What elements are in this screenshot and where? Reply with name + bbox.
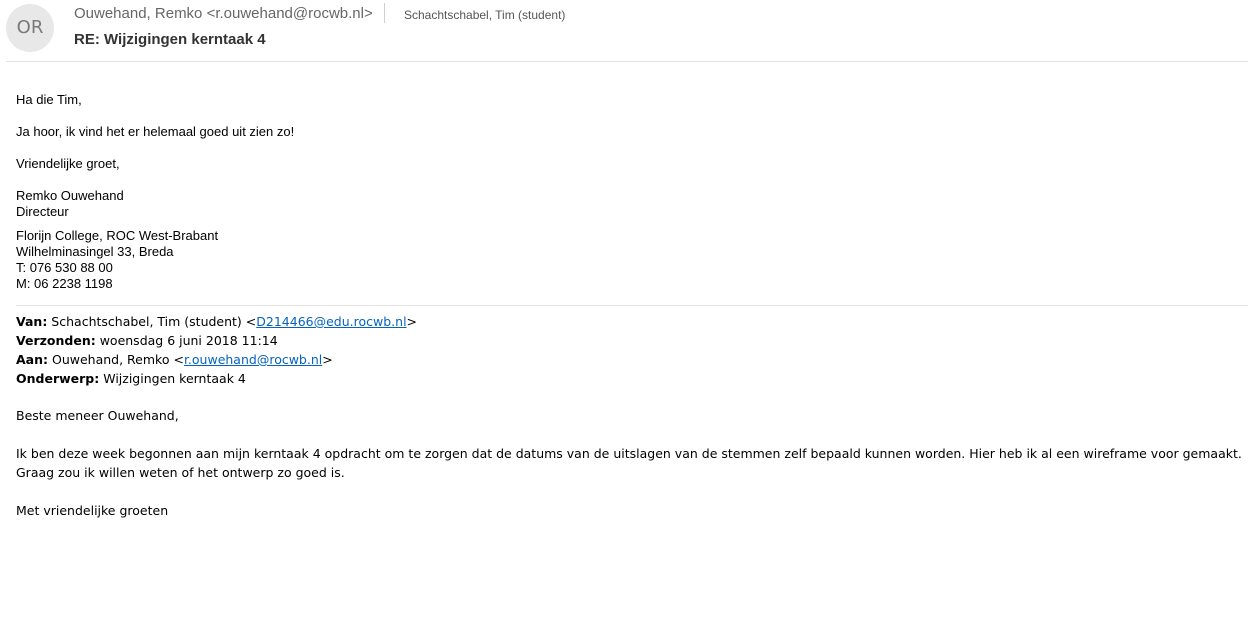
original-to-row: Aan: Ouwehand, Remko <r.ouwehand@rocwb.n…	[16, 350, 417, 369]
message-subject: RE: Wijzigingen kerntaak 4	[74, 31, 266, 48]
original-greeting: Beste meneer Ouwehand,	[16, 408, 179, 423]
original-closing: Met vriendelijke groeten	[16, 503, 169, 518]
to-email-link[interactable]: r.ouwehand@rocwb.nl	[184, 352, 322, 367]
reply-text: Ja hoor, ik vind het er helemaal goed ui…	[16, 124, 295, 139]
message-header: OR Ouwehand, Remko <r.ouwehand@rocwb.nl>…	[0, 0, 1248, 62]
header-divider	[384, 3, 385, 23]
from-email-link[interactable]: D214466@edu.rocwb.nl	[256, 314, 406, 329]
signature-title: Directeur	[16, 204, 69, 219]
sent-value: woensdag 6 juni 2018 11:14	[95, 333, 278, 348]
original-message-body: Beste meneer Ouwehand, Ik ben deze week …	[16, 406, 1242, 520]
from-label: Van:	[16, 314, 48, 329]
quote-separator	[16, 305, 1248, 306]
sender-avatar[interactable]: OR	[6, 4, 54, 52]
original-from-row: Van: Schachtschabel, Tim (student) <D214…	[16, 312, 417, 331]
header-separator	[6, 61, 1248, 62]
signature-phone: T: 076 530 88 00	[16, 260, 113, 275]
reply-body: Ha die Tim, Ja hoor, ik vind het er hele…	[16, 92, 294, 292]
sent-label: Verzonden:	[16, 333, 96, 348]
recipient-name[interactable]: Schachtschabel, Tim (student)	[404, 8, 565, 22]
to-end: >	[322, 352, 333, 367]
original-sent-row: Verzonden: woensdag 6 juni 2018 11:14	[16, 331, 417, 350]
reply-closing: Vriendelijke groet,	[16, 156, 120, 171]
signature-address: Wilhelminasingel 33, Breda	[16, 244, 174, 259]
signature-org: Florijn College, ROC West-Brabant	[16, 228, 219, 243]
sender-name[interactable]: Ouwehand, Remko <r.ouwehand@rocwb.nl>	[74, 5, 373, 22]
to-label: Aan:	[16, 352, 49, 367]
original-message-headers: Van: Schachtschabel, Tim (student) <D214…	[16, 312, 417, 388]
original-body-line2: Graag zou ik willen weten of het ontwerp…	[16, 465, 345, 480]
subject-label: Onderwerp:	[16, 371, 100, 386]
signature-name: Remko Ouwehand	[16, 188, 124, 203]
original-body-line1: Ik ben deze week begonnen aan mijn kernt…	[16, 446, 1242, 461]
subject-value: Wijzigingen kerntaak 4	[99, 371, 246, 386]
from-end: >	[406, 314, 418, 329]
from-name: Schachtschabel, Tim (student) <	[47, 314, 257, 329]
original-subject-row: Onderwerp: Wijzigingen kerntaak 4	[16, 369, 417, 388]
to-name: Ouwehand, Remko <	[48, 352, 184, 367]
signature-mobile: M: 06 2238 1198	[16, 276, 113, 291]
reply-greeting: Ha die Tim,	[16, 92, 82, 107]
